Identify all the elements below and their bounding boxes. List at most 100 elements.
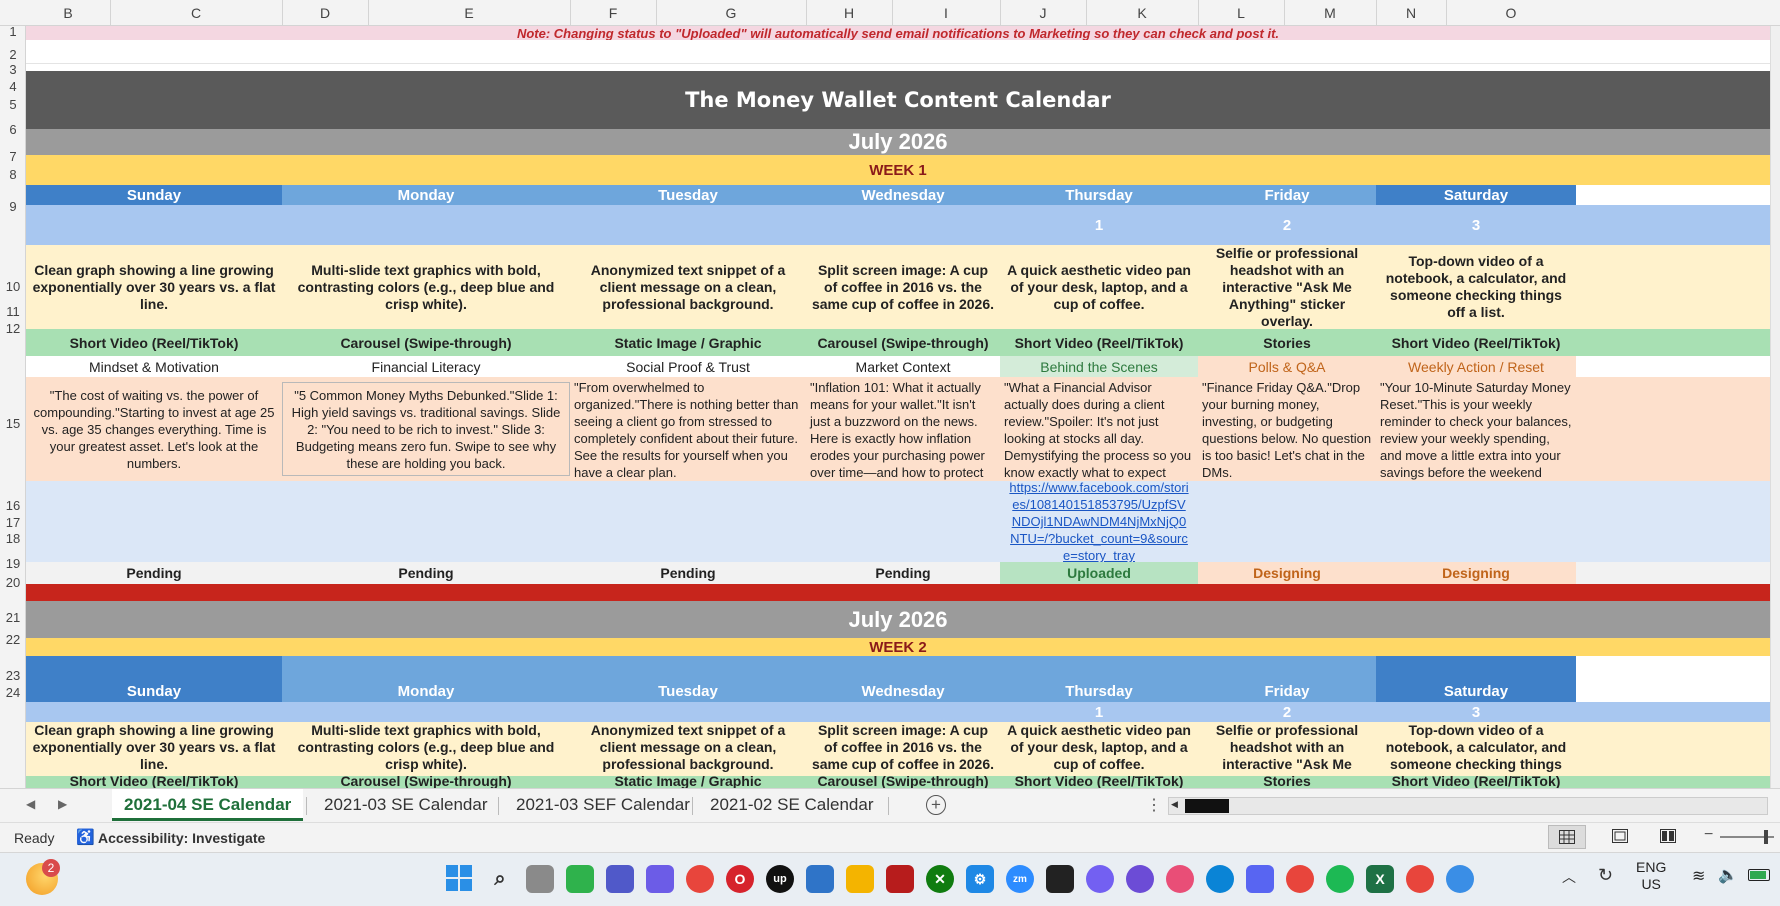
row-header[interactable]: 5: [0, 98, 26, 112]
col-header-e[interactable]: E: [368, 0, 570, 26]
row-header[interactable]: 21: [0, 611, 26, 625]
normal-view-icon[interactable]: [1548, 825, 1586, 849]
page-break-icon[interactable]: [1660, 829, 1676, 846]
topic-cell[interactable]: Financial Literacy: [282, 356, 570, 377]
description-cell[interactable]: Anonymized text snippet of a client mess…: [570, 245, 806, 329]
spotify-icon[interactable]: [1326, 865, 1354, 893]
caption-cell-selected[interactable]: "5 Common Money Myths Debunked."Slide 1:…: [282, 382, 570, 476]
battery-icon[interactable]: [1748, 869, 1770, 881]
tray-sync-icon[interactable]: ↻: [1598, 865, 1613, 886]
tray-chevron-up-icon[interactable]: ︿: [1562, 867, 1576, 887]
volume-icon[interactable]: 🔈: [1718, 865, 1738, 885]
description-cell[interactable]: Top-down video of a notebook, a calculat…: [1376, 245, 1576, 329]
description-cell[interactable]: Top-down video of a notebook, a calculat…: [1376, 722, 1576, 776]
col-header-g[interactable]: G: [656, 0, 806, 26]
caption-cell[interactable]: "Your 10-Minute Saturday Money Reset."Th…: [1376, 377, 1576, 481]
format-cell[interactable]: Static Image / Graphic: [570, 776, 806, 788]
input-language[interactable]: ENG US: [1636, 859, 1666, 893]
description-cell[interactable]: Multi-slide text graphics with bold, con…: [282, 722, 570, 776]
col-header-h[interactable]: H: [806, 0, 892, 26]
sheet-tab-2021-03-sef[interactable]: 2021-03 SEF Calendar: [504, 789, 702, 821]
zoom-out-icon[interactable]: −: [1704, 826, 1713, 844]
vertical-scrollbar[interactable]: [1770, 26, 1780, 788]
accessibility-status[interactable]: Accessibility: Investigate: [98, 830, 265, 846]
topic-cell[interactable]: Weekly Action / Reset: [1376, 356, 1576, 377]
tab-scroll-right-icon[interactable]: ▶: [58, 797, 67, 811]
file-explorer-icon[interactable]: [846, 865, 874, 893]
format-cell[interactable]: Carousel (Swipe-through): [282, 329, 570, 356]
discord-icon[interactable]: [1246, 865, 1274, 893]
row-header[interactable]: 23: [0, 669, 26, 683]
sheet-tab-2021-04-se[interactable]: 2021-04 SE Calendar: [112, 789, 304, 821]
format-cell[interactable]: Short Video (Reel/TikTok): [1000, 329, 1198, 356]
row-header[interactable]: 4: [0, 80, 26, 94]
task-view-icon[interactable]: [526, 865, 554, 893]
format-cell[interactable]: Static Image / Graphic: [570, 329, 806, 356]
page-layout-icon[interactable]: [1612, 829, 1628, 846]
outlook-icon[interactable]: [806, 865, 834, 893]
topic-cell[interactable]: Market Context: [806, 356, 1000, 377]
col-header-i[interactable]: I: [892, 0, 1000, 26]
start-icon[interactable]: [446, 865, 472, 891]
chrome-icon[interactable]: [686, 865, 714, 893]
description-cell[interactable]: Split screen image: A cup of coffee in 2…: [806, 722, 1000, 776]
col-header-d[interactable]: D: [282, 0, 368, 26]
format-cell[interactable]: Stories: [1198, 329, 1376, 356]
row-header[interactable]: 12: [0, 322, 26, 336]
description-cell[interactable]: Selfie or professional headshot with an …: [1198, 722, 1376, 776]
col-header-b[interactable]: B: [26, 0, 110, 26]
description-cell[interactable]: A quick aesthetic video pan of your desk…: [1000, 722, 1198, 776]
slack-icon[interactable]: [1166, 865, 1194, 893]
format-cell[interactable]: Stories: [1198, 776, 1376, 788]
tab-scroll-left-icon[interactable]: ◀: [26, 797, 35, 811]
topic-cell[interactable]: Polls & Q&A: [1198, 356, 1376, 377]
description-cell[interactable]: Anonymized text snippet of a client mess…: [570, 722, 806, 776]
description-cell[interactable]: Clean graph showing a line growing expon…: [26, 245, 282, 329]
chrome-icon[interactable]: [1406, 865, 1434, 893]
chat-icon[interactable]: [566, 865, 594, 893]
col-header-k[interactable]: K: [1086, 0, 1198, 26]
description-cell[interactable]: Split screen image: A cup of coffee in 2…: [806, 245, 1000, 329]
topic-cell[interactable]: Social Proof & Trust: [570, 356, 806, 377]
wifi-icon[interactable]: ≋: [1692, 866, 1705, 886]
description-cell[interactable]: Multi-slide text graphics with bold, con…: [282, 245, 570, 329]
row-header[interactable]: 3: [0, 63, 26, 77]
capcut-icon[interactable]: [1046, 865, 1074, 893]
description-cell[interactable]: Clean graph showing a line growing expon…: [26, 722, 282, 776]
row-header[interactable]: 7: [0, 150, 26, 164]
format-cell[interactable]: Short Video (Reel/TikTok): [1376, 329, 1576, 356]
sheet-tab-2021-03-se[interactable]: 2021-03 SE Calendar: [312, 789, 500, 821]
row-header[interactable]: 10: [0, 280, 26, 294]
upwork-icon[interactable]: up: [766, 865, 794, 893]
format-cell[interactable]: Short Video (Reel/TikTok): [1376, 776, 1576, 788]
caption-cell[interactable]: "Inflation 101: What it actually means f…: [806, 377, 1000, 481]
settings-icon[interactable]: ⚙: [966, 865, 994, 893]
caption-cell[interactable]: "Finance Friday Q&A."Drop your burning m…: [1198, 377, 1376, 481]
row-header[interactable]: 24: [0, 686, 26, 700]
row-header[interactable]: 20: [0, 576, 26, 590]
col-header-j[interactable]: J: [1000, 0, 1086, 26]
status-cell-designing[interactable]: Designing: [1376, 562, 1576, 584]
format-cell[interactable]: Short Video (Reel/TikTok): [1000, 776, 1198, 788]
format-cell[interactable]: Carousel (Swipe-through): [282, 776, 570, 788]
app-icon[interactable]: [886, 865, 914, 893]
row-header[interactable]: 15: [0, 417, 26, 431]
caption-cell[interactable]: "From overwhelmed to organized."There is…: [570, 377, 806, 481]
row-header[interactable]: 18: [0, 532, 26, 546]
chrome-icon[interactable]: [1286, 865, 1314, 893]
format-cell[interactable]: Carousel (Swipe-through): [806, 776, 1000, 788]
row-header[interactable]: 11: [0, 305, 26, 319]
row-header[interactable]: 8: [0, 168, 26, 182]
row-header[interactable]: 17: [0, 516, 26, 530]
horizontal-scrollbar[interactable]: ◀: [1168, 797, 1768, 815]
teams-icon[interactable]: [606, 865, 634, 893]
post-link[interactable]: https://www.facebook.com/stories/1081401…: [1000, 481, 1198, 562]
scrollbar-thumb[interactable]: [1185, 799, 1229, 813]
col-header-l[interactable]: L: [1198, 0, 1284, 26]
app-icon[interactable]: [1446, 865, 1474, 893]
zoom-slider-thumb[interactable]: [1764, 830, 1768, 844]
row-header[interactable]: 9: [0, 200, 26, 214]
status-cell[interactable]: Pending: [570, 562, 806, 584]
format-cell[interactable]: Carousel (Swipe-through): [806, 329, 1000, 356]
row-header[interactable]: 1: [0, 25, 26, 38]
